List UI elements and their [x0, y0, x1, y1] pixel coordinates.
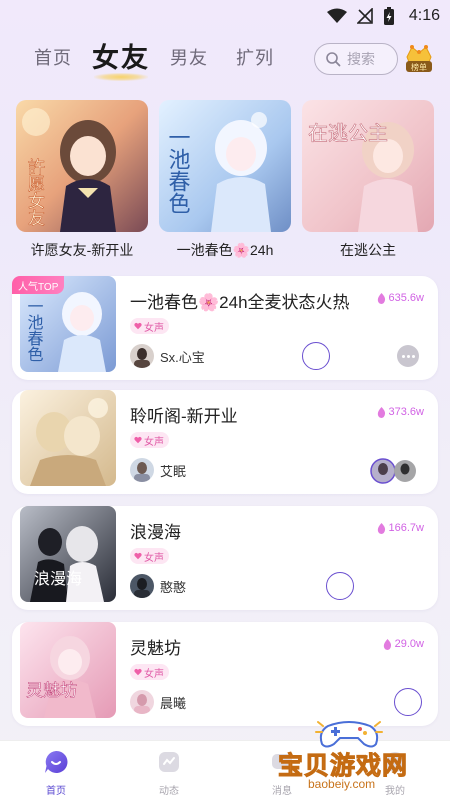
- heart-icon: [134, 668, 142, 676]
- flame-icon: [377, 406, 385, 418]
- cover-text: 許愿女友: [24, 158, 45, 226]
- cover-text: 灵魅坊: [26, 681, 77, 701]
- flame-icon: [383, 638, 391, 650]
- avatar: [130, 574, 154, 598]
- host-name: 艾眠: [160, 463, 187, 479]
- room-name: 一池春色🌸24h全麦状态火热: [130, 293, 350, 312]
- no-signal-icon: [356, 8, 373, 24]
- mic-seat[interactable]: [302, 342, 330, 370]
- clock: 4:16: [408, 7, 440, 24]
- search-icon: [326, 52, 341, 67]
- voice-tag-label: 女声: [144, 668, 164, 680]
- heat-value: 29.0w: [394, 638, 424, 650]
- room-heat: 635.6w: [377, 292, 424, 304]
- heart-icon: [134, 436, 142, 444]
- room-host: Sx.心宝: [130, 344, 205, 368]
- room-heat: 373.6w: [377, 406, 424, 418]
- crown-icon: [406, 45, 432, 63]
- room-cover: 浪漫海: [20, 506, 116, 602]
- heart-icon: [134, 322, 142, 330]
- featured-title: 一池春色🌸24h: [176, 242, 274, 258]
- popularity-top-badge: 人气TOP: [12, 276, 65, 294]
- voice-tag: 女声: [130, 548, 169, 564]
- featured-rooms: 許愿女友 许愿女友-新开业 一池春色 一池春色🌸24h 在逃公主 在逃公主: [0, 100, 450, 260]
- tab-expand[interactable]: 扩列: [236, 44, 274, 70]
- nav-label: 动态: [159, 786, 179, 797]
- avatar: [130, 690, 154, 714]
- avatar: [130, 458, 154, 482]
- heat-value: 635.6w: [388, 292, 424, 304]
- room-host: 晨曦: [130, 690, 186, 714]
- mic-seat[interactable]: [394, 688, 422, 716]
- room-heat: 29.0w: [383, 638, 424, 650]
- featured-title: 在逃公主: [340, 242, 396, 258]
- room-card[interactable]: 一池春色 人气TOP 一池春色🌸24h全麦状态火热 635.6w 女声 Sx.心…: [12, 276, 438, 380]
- rank-label: 榜单: [411, 62, 427, 72]
- home-bubble-icon: [45, 750, 68, 773]
- voice-tag: 女声: [130, 432, 169, 448]
- flame-icon: [377, 522, 385, 534]
- heat-value: 166.7w: [388, 522, 424, 534]
- voice-tag: 女声: [130, 664, 169, 680]
- room-card[interactable]: 聆听阁-新开业 373.6w 女声 艾眠: [12, 390, 438, 494]
- featured-title: 许愿女友-新开业: [30, 242, 134, 258]
- search-placeholder: 搜索: [347, 51, 375, 67]
- rank-list-button[interactable]: 榜单: [402, 41, 436, 75]
- nav-home[interactable]: 首页: [26, 749, 86, 797]
- featured-card[interactable]: 一池春色 一池春色🌸24h: [159, 100, 291, 260]
- heart-icon: [134, 552, 142, 560]
- nav-label: 首页: [46, 786, 66, 797]
- host-name: 晨曦: [160, 695, 187, 711]
- featured-cover: 在逃公主: [302, 100, 434, 232]
- room-card[interactable]: 浪漫海 浪漫海 166.7w 女声 憨憨: [12, 506, 438, 610]
- battery-charging-icon: [383, 7, 394, 25]
- voice-tag: 女声: [130, 318, 169, 334]
- room-host: 艾眠: [130, 458, 186, 482]
- mic-seat[interactable]: [326, 572, 354, 600]
- room-heat: 166.7w: [377, 522, 424, 534]
- featured-card[interactable]: 許愿女友 许愿女友-新开业: [16, 100, 148, 260]
- search-box[interactable]: 搜索: [314, 43, 398, 75]
- tab-home[interactable]: 首页: [34, 44, 72, 70]
- nav-moments[interactable]: 动态: [139, 749, 199, 797]
- tab-girlfriend[interactable]: 女友: [92, 36, 150, 81]
- featured-cover: 許愿女友: [16, 100, 148, 232]
- host-name: 憨憨: [160, 579, 187, 595]
- voice-tag-label: 女声: [144, 322, 164, 334]
- room-host: 憨憨: [130, 574, 186, 598]
- room-card[interactable]: 灵魅坊 灵魅坊 29.0w 女声 晨曦: [12, 622, 438, 726]
- host-name: Sx.心宝: [160, 349, 205, 365]
- status-bar: 4:16: [0, 0, 450, 32]
- moments-icon: [159, 752, 179, 772]
- gamepad-icon: [315, 721, 383, 748]
- avatar: [130, 344, 154, 368]
- watermark-url: baobeiy.com: [308, 777, 376, 791]
- flame-icon: [377, 292, 385, 304]
- cover-text: 在逃公主: [308, 121, 388, 145]
- featured-card[interactable]: 在逃公主 在逃公主: [302, 100, 434, 260]
- seat-avatars: [370, 458, 420, 484]
- cover-text: 一池春色: [25, 298, 44, 362]
- more-icon[interactable]: [397, 345, 419, 367]
- cover-text: 浪漫海: [34, 569, 82, 588]
- room-name: 灵魅坊: [130, 639, 181, 658]
- top-nav: 首页 女友 男友 扩列 搜索 榜单: [0, 36, 450, 81]
- room-name: 聆听阁-新开业: [130, 407, 238, 426]
- cover-text: 一池春色: [165, 126, 191, 214]
- room-cover: 灵魅坊: [20, 622, 116, 718]
- room-cover: [20, 390, 116, 486]
- wifi-icon: [326, 8, 347, 23]
- room-name: 浪漫海: [130, 523, 181, 542]
- featured-cover: 一池春色: [159, 100, 291, 232]
- tab-boyfriend[interactable]: 男友: [170, 44, 208, 70]
- heat-value: 373.6w: [388, 406, 424, 418]
- watermark: 宝贝游戏网 baobeiy.com: [270, 716, 448, 800]
- voice-tag-label: 女声: [144, 552, 164, 564]
- voice-tag-label: 女声: [144, 436, 164, 448]
